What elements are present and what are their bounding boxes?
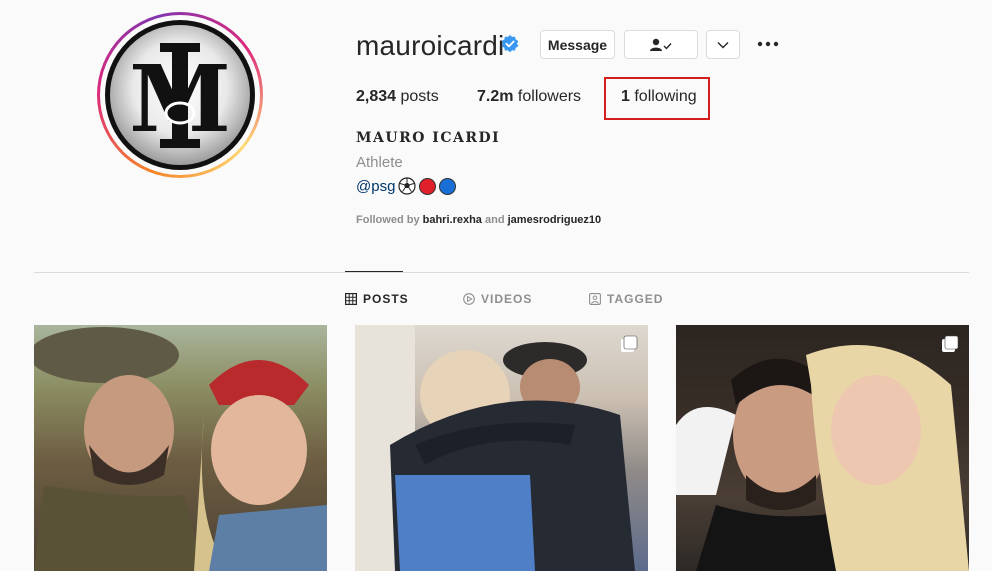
followed-by-user-2[interactable]: jamesrodriguez10 [508, 214, 602, 226]
profile-username: mauroicardi [356, 30, 505, 61]
followed-by-conjunction: and [485, 214, 505, 226]
avatar-logo: M [105, 20, 255, 170]
post-photo [676, 345, 969, 571]
profile-avatar[interactable]: M [97, 12, 263, 178]
tab-videos-label: VIDEOS [481, 292, 533, 306]
followed-by-prefix: Followed by [356, 214, 420, 226]
active-tab-indicator [345, 271, 403, 272]
profile-bio: @psg [356, 177, 457, 195]
tab-tagged-label: TAGGED [607, 292, 664, 306]
play-icon [463, 293, 475, 305]
followers-link[interactable]: 7.2m followers [477, 88, 581, 106]
more-options-icon[interactable] [756, 36, 780, 52]
posts-count: 2,834 posts [356, 88, 439, 106]
posts-count-value: 2,834 [356, 88, 397, 105]
followers-count-value: 7.2m [477, 88, 514, 105]
followers-count-label: followers [517, 88, 582, 105]
red-circle-icon [419, 177, 437, 195]
followed-by-user-1[interactable]: bahri.rexha [423, 214, 482, 226]
profile-full-name: MAURO ICARDI [356, 130, 501, 146]
message-button[interactable]: Message [540, 30, 615, 59]
post-thumbnail[interactable] [355, 325, 648, 571]
posts-count-label: posts [400, 88, 439, 105]
carousel-icon [942, 335, 959, 352]
tab-posts[interactable]: POSTS [345, 292, 409, 306]
carousel-icon [621, 335, 638, 352]
bio-psg-link[interactable]: @psg [356, 178, 395, 195]
soccer-ball-icon [398, 177, 417, 195]
post-thumbnail[interactable] [34, 325, 327, 571]
tab-tagged[interactable]: TAGGED [589, 292, 663, 306]
mi-logo-icon: M [129, 43, 231, 153]
following-button[interactable] [624, 30, 698, 59]
post-photo [34, 327, 327, 571]
blue-circle-icon [439, 177, 457, 195]
grid-icon [345, 293, 357, 305]
tab-posts-label: POSTS [363, 292, 409, 306]
following-highlight-box [604, 77, 710, 120]
post-photo [355, 325, 635, 571]
tabs-divider [34, 272, 969, 273]
person-check-icon [650, 38, 672, 51]
suggested-dropdown-button[interactable] [706, 30, 740, 59]
post-thumbnail[interactable] [676, 325, 969, 571]
tab-videos[interactable]: VIDEOS [463, 292, 532, 306]
tagged-icon [589, 293, 601, 305]
profile-category: Athlete [356, 154, 403, 171]
verified-badge-icon [501, 35, 519, 53]
followed-by-text: Followed by bahri.rexha and jamesrodrigu… [356, 214, 601, 226]
chevron-down-icon [717, 41, 729, 48]
